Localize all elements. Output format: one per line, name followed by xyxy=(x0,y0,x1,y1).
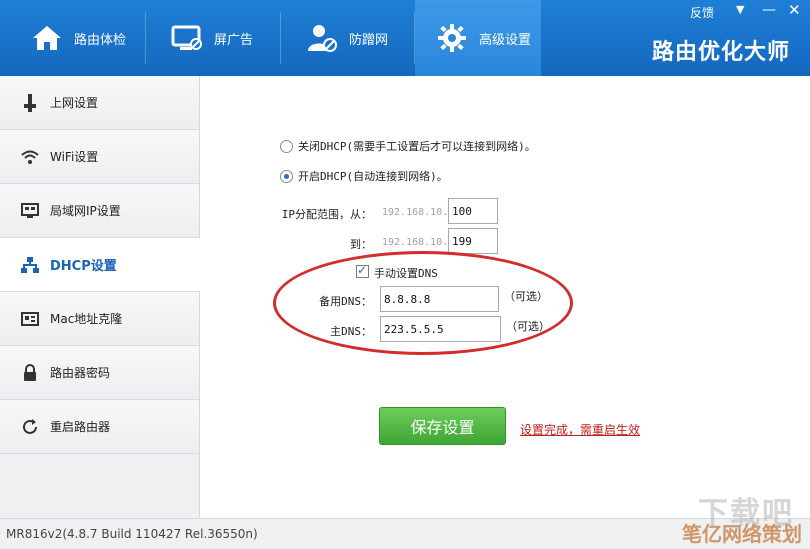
sidebar-item-wifi-settings[interactable]: WiFi设置 xyxy=(0,130,199,184)
dhcp-off-radio[interactable] xyxy=(280,139,293,153)
monitor-icon xyxy=(170,21,204,55)
plug-icon xyxy=(20,93,40,113)
dhcp-off-label: 关闭DHCP(需要手工设置后才可以连接到网络)。 xyxy=(298,140,536,153)
save-settings-button[interactable]: 保存设置 xyxy=(379,407,506,445)
top-header: 路由体检 屏广告 防蹭网 高级设置 反馈 ▼ — ✕ 路由优化大师 xyxy=(0,0,810,76)
sidebar-item-router-password[interactable]: 路由器密码 xyxy=(0,346,199,400)
version-text: MR816v2(4.8.7 Build 110427 Rel.36550n) xyxy=(6,527,258,541)
nav-tab-anti-leech[interactable]: 防蹭网 xyxy=(305,0,388,76)
nav-tab-label: 高级设置 xyxy=(479,32,532,48)
dhcp-off-option[interactable]: 关闭DHCP(需要手工设置后才可以连接到网络)。 xyxy=(280,138,536,154)
sidebar-item-label: DHCP设置 xyxy=(50,259,117,274)
nav-divider xyxy=(145,12,146,64)
ip-prefix-end: 192.168.10. xyxy=(382,237,449,248)
menu-dropdown-icon[interactable]: ▼ xyxy=(736,3,744,16)
sidebar-item-mac-clone[interactable]: Mac地址克隆 xyxy=(0,292,199,346)
nav-tab-label: 防蹭网 xyxy=(349,32,389,48)
dhcp-on-option[interactable]: 开启DHCP(自动连接到网络)。 xyxy=(280,168,448,184)
gear-icon xyxy=(435,21,469,55)
card-icon xyxy=(20,309,40,329)
sidebar-item-restart-router[interactable]: 重启路由器 xyxy=(0,400,199,454)
minimize-icon[interactable]: — xyxy=(762,2,776,18)
ip-range-label: IP分配范围，从： xyxy=(281,208,372,221)
dns-highlight-annotation xyxy=(273,251,573,355)
nav-divider xyxy=(280,12,281,64)
ip-prefix-start: 192.168.10. xyxy=(382,207,449,218)
watermark: 下载吧 笔亿网络策划 xyxy=(664,488,804,546)
ip-range-start-input[interactable] xyxy=(448,198,498,224)
feedback-link[interactable]: 反馈 xyxy=(690,4,714,21)
sidebar-item-label: 上网设置 xyxy=(50,96,99,110)
nav-divider xyxy=(414,12,415,64)
ip-range-end-input[interactable] xyxy=(448,228,498,254)
nav-tab-router-check[interactable]: 路由体检 xyxy=(30,0,126,76)
sidebar-item-label: WiFi设置 xyxy=(50,150,99,164)
refresh-icon xyxy=(20,417,40,437)
sidebar-item-lan-ip-settings[interactable]: 局域网IP设置 xyxy=(0,184,199,238)
home-icon xyxy=(30,21,64,55)
sidebar-item-label: 局域网IP设置 xyxy=(50,204,121,218)
sidebar-item-label: 路由器密码 xyxy=(50,366,111,380)
sidebar: 上网设置 WiFi设置 局域网IP设置 DHCP设置 Mac地址克隆 路由器密码 xyxy=(0,76,200,518)
network-tree-icon xyxy=(20,255,40,275)
nav-tab-label: 屏广告 xyxy=(214,32,254,48)
ip-range-to-label: 到： xyxy=(350,238,372,251)
dhcp-on-label: 开启DHCP(自动连接到网络)。 xyxy=(298,170,448,183)
nav-tab-ad-block[interactable]: 屏广告 xyxy=(170,0,253,76)
wifi-icon xyxy=(20,147,40,167)
watermark-line2: 笔亿网络策划 xyxy=(682,522,802,546)
sidebar-item-label: Mac地址克隆 xyxy=(50,312,123,326)
close-icon[interactable]: ✕ xyxy=(788,1,801,19)
dhcp-on-radio[interactable] xyxy=(280,169,293,183)
brand-title: 路由优化大师 xyxy=(651,40,790,65)
sidebar-item-internet-settings[interactable]: 上网设置 xyxy=(0,76,199,130)
lock-icon xyxy=(20,363,40,383)
user-block-icon xyxy=(305,21,339,55)
sidebar-item-dhcp-settings[interactable]: DHCP设置 xyxy=(0,238,200,292)
restart-notice-link[interactable]: 设置完成，需重启生效 xyxy=(520,421,640,438)
lan-icon xyxy=(20,201,40,221)
dhcp-settings-panel: 关闭DHCP(需要手工设置后才可以连接到网络)。 开启DHCP(自动连接到网络)… xyxy=(200,76,810,518)
nav-tab-label: 路由体检 xyxy=(74,32,127,48)
nav-tab-advanced-settings[interactable]: 高级设置 xyxy=(435,0,531,76)
sidebar-item-label: 重启路由器 xyxy=(50,420,111,434)
